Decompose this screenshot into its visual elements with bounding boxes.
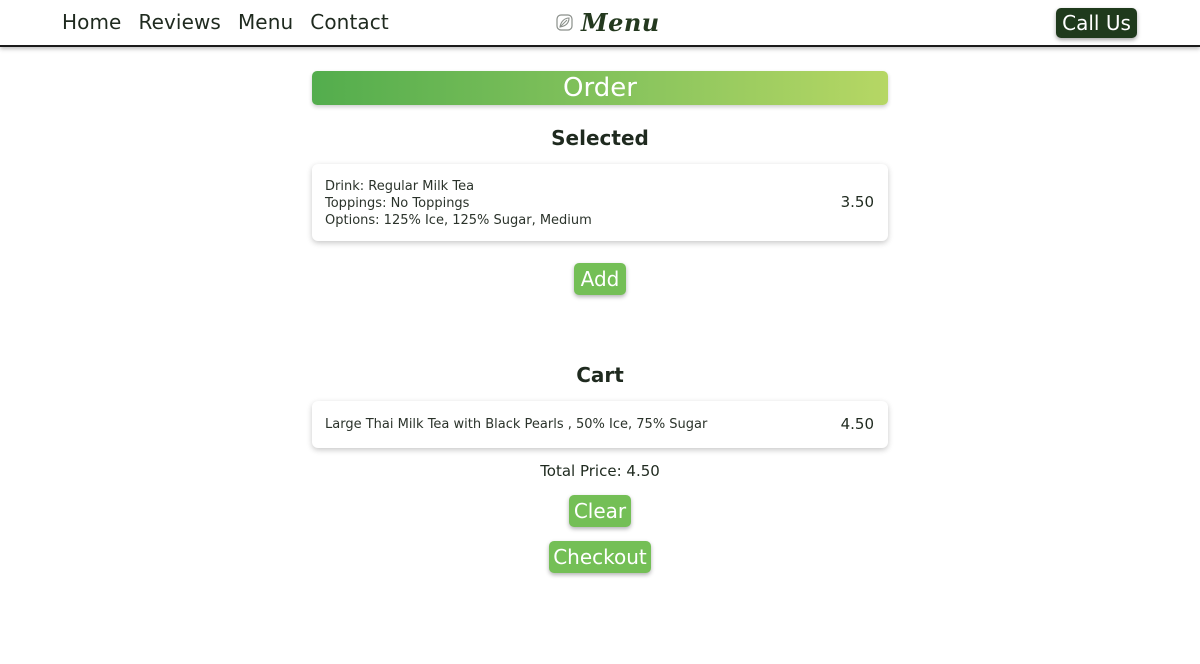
- selected-item-price: 3.50: [840, 193, 874, 211]
- nav-link-contact[interactable]: Contact: [310, 10, 389, 34]
- brand-name: Menu: [581, 8, 660, 37]
- nav-links: Home Reviews Menu Contact: [62, 10, 389, 34]
- nav-link-menu[interactable]: Menu: [238, 10, 293, 34]
- nav-link-reviews[interactable]: Reviews: [138, 10, 220, 34]
- cart-item-price: 4.50: [840, 415, 874, 433]
- selected-options: Options: 125% Ice, 125% Sugar, Medium: [325, 213, 592, 228]
- cart-item-description: Large Thai Milk Tea with Black Pearls , …: [325, 417, 708, 432]
- cart-heading: Cart: [576, 363, 624, 387]
- nav-link-home[interactable]: Home: [62, 10, 121, 34]
- checkout-button[interactable]: Checkout: [549, 541, 651, 573]
- order-banner: Order: [312, 71, 888, 105]
- selected-drink: Drink: Regular Milk Tea: [325, 179, 475, 194]
- selected-item-details: Drink: Regular Milk Tea Toppings: No Top…: [325, 178, 592, 229]
- call-us-button[interactable]: Call Us: [1056, 8, 1137, 38]
- cart-item-card: Large Thai Milk Tea with Black Pearls , …: [312, 401, 888, 448]
- clear-button[interactable]: Clear: [569, 495, 631, 527]
- total-price: Total Price: 4.50: [540, 462, 660, 480]
- add-button[interactable]: Add: [574, 263, 626, 295]
- selected-heading: Selected: [551, 126, 649, 150]
- selected-toppings: Toppings: No Toppings: [325, 196, 470, 211]
- leaf-icon: [556, 14, 573, 31]
- selected-item-card: Drink: Regular Milk Tea Toppings: No Top…: [312, 164, 888, 241]
- brand-logo[interactable]: Menu: [556, 8, 660, 37]
- navbar: Home Reviews Menu Contact Menu Call Us: [0, 0, 1200, 47]
